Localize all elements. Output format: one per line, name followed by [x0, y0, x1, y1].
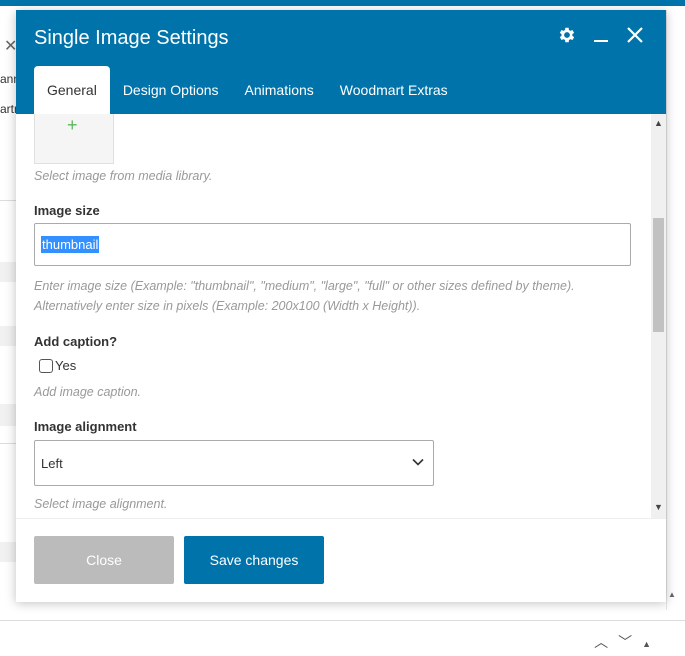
scroll-up-icon[interactable]: ▲ [654, 118, 663, 128]
plus-icon: + [67, 115, 78, 135]
caption-checkbox-label[interactable]: Yes [55, 358, 76, 373]
background-band [0, 262, 16, 282]
background-top-bar [0, 0, 685, 6]
scroll-thumb[interactable] [653, 218, 664, 332]
background-band [0, 404, 16, 426]
modal-title: Single Image Settings [34, 27, 229, 49]
background-divider [0, 200, 16, 201]
caption-hint: Add image caption. [34, 385, 142, 399]
chevron-up-icon[interactable]: ︿ [594, 634, 618, 650]
background-divider [0, 443, 16, 444]
gear-icon[interactable] [556, 24, 578, 46]
image-size-input[interactable]: thumbnail [34, 223, 631, 266]
save-changes-button[interactable]: Save changes [184, 536, 324, 584]
tab-woodmart-extras[interactable]: Woodmart Extras [327, 66, 461, 114]
single-image-settings-modal: Single Image Settings General Design Opt… [16, 10, 666, 602]
caption-label: Add caption? [34, 334, 118, 349]
settings-content: + Select image from media library. Image… [16, 114, 666, 518]
tab-bar: General Design Options Animations Woodma… [34, 66, 461, 114]
content-scrollbar[interactable]: ▲ ▼ [651, 114, 666, 518]
image-size-label: Image size [34, 203, 100, 218]
header-controls [556, 24, 646, 46]
tab-animations[interactable]: Animations [232, 66, 327, 114]
triangle-up-icon[interactable]: ▲ [642, 639, 661, 649]
caption-checkbox-row[interactable]: Yes [39, 358, 76, 373]
image-size-hint-line-1: Enter image size (Example: "thumbnail", … [34, 279, 575, 293]
background-band [0, 542, 16, 562]
background-bottom-bar [0, 620, 685, 656]
image-picker[interactable]: + [34, 114, 114, 164]
image-size-value: thumbnail [41, 236, 100, 253]
chevron-down-icon [411, 455, 425, 474]
chevron-down-icon[interactable]: ﹀ [618, 634, 642, 650]
background-scroll-up-icon[interactable]: ▲ [668, 590, 676, 599]
tab-design-options[interactable]: Design Options [110, 66, 232, 114]
alignment-label: Image alignment [34, 419, 137, 434]
close-icon[interactable] [624, 24, 646, 46]
alignment-hint: Select image alignment. [34, 497, 168, 511]
image-size-hint-line-2: Alternatively enter size in pixels (Exam… [34, 299, 421, 313]
scroll-down-icon[interactable]: ▼ [654, 502, 663, 512]
modal-footer: Close Save changes [16, 518, 666, 602]
close-button[interactable]: Close [34, 536, 174, 584]
background-bottom-controls: ︿﹀▲ [594, 632, 661, 652]
minimize-icon[interactable] [590, 24, 612, 46]
caption-checkbox[interactable] [39, 358, 53, 373]
background-band [0, 326, 16, 346]
image-hint: Select image from media library. [34, 169, 213, 183]
alignment-select[interactable]: Left [34, 440, 434, 486]
background-right-edge [666, 10, 685, 610]
modal-header: Single Image Settings General Design Opt… [16, 10, 666, 114]
tab-general[interactable]: General [34, 66, 110, 114]
alignment-value: Left [41, 456, 63, 471]
